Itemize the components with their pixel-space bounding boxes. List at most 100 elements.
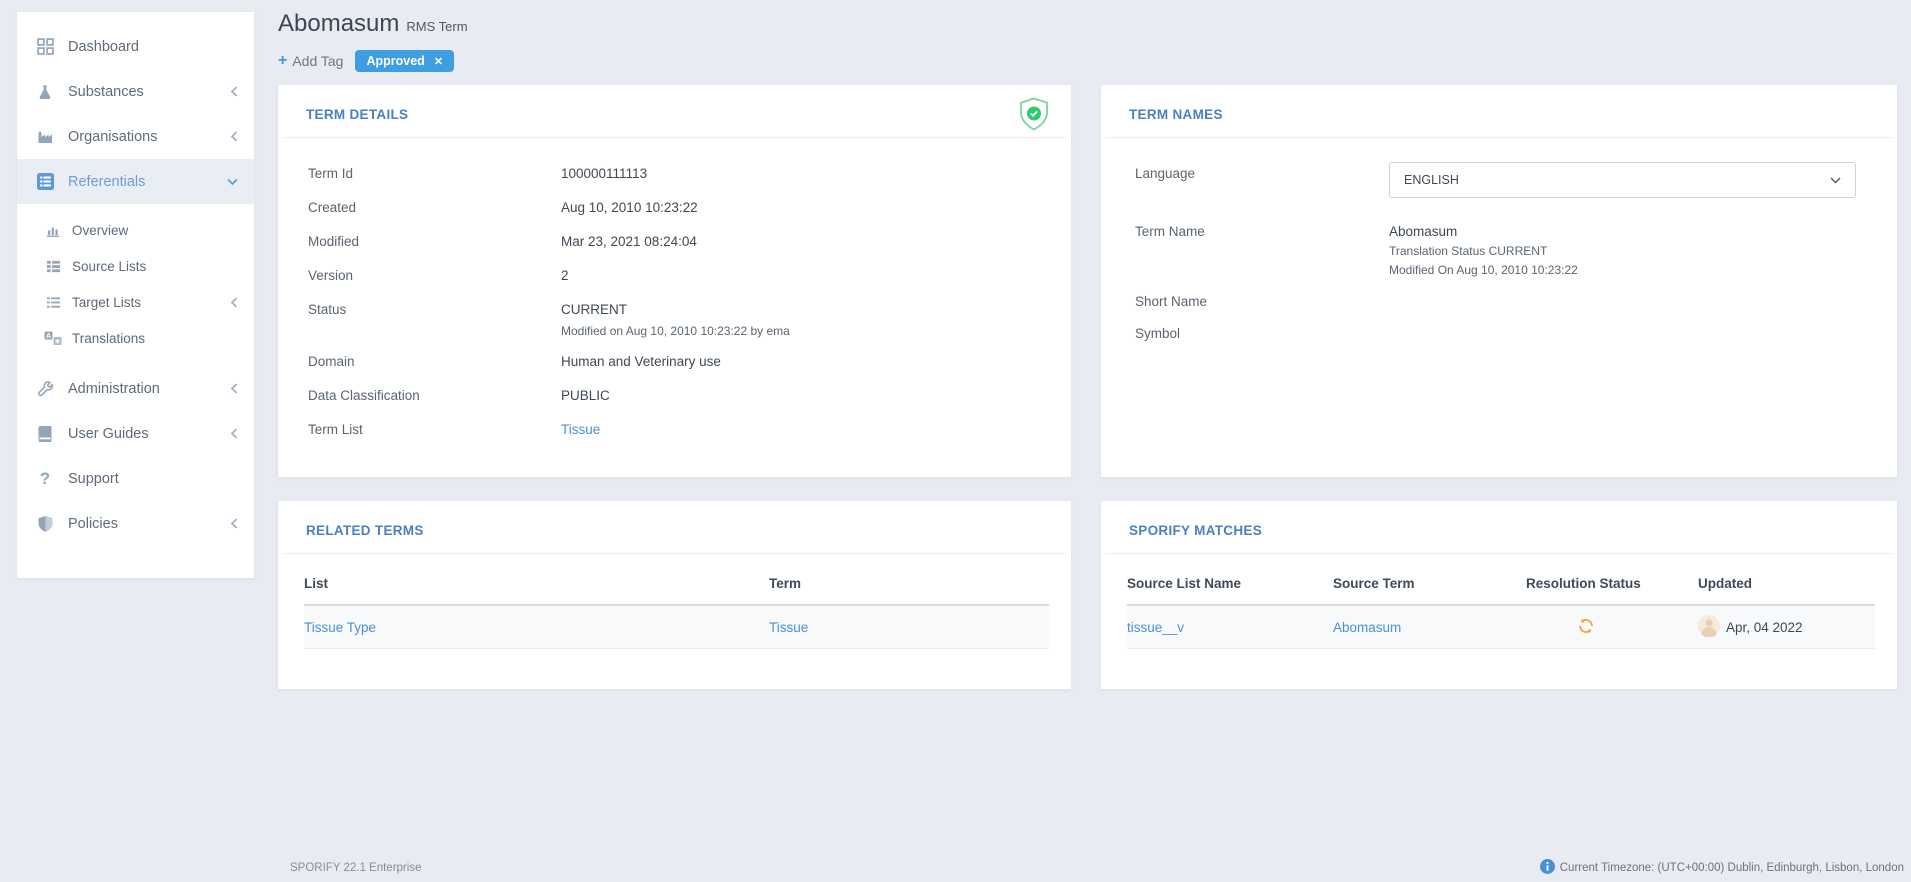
sporify-matches-table: Source List Name Source Term Resolution …: [1101, 554, 1897, 649]
table-row: Tissue Type Tissue: [304, 606, 1049, 649]
referentials-subnav: Overview Source Lists: [17, 212, 254, 356]
shield-icon: [33, 516, 57, 532]
plus-icon: +: [278, 52, 287, 70]
card-title: TERM DETAILS: [306, 107, 1043, 122]
chevron-left-icon: [230, 518, 238, 529]
sporify-matches-card: SPORIFY MATCHES Source List Name Source …: [1101, 501, 1897, 689]
chevron-down-icon: [227, 178, 238, 186]
sidebar-item-overview[interactable]: Overview: [17, 212, 254, 248]
chevron-left-icon: [230, 428, 238, 439]
chevron-left-icon: [230, 86, 238, 97]
column-header: Source Term: [1333, 576, 1526, 591]
sidebar-item-label: Overview: [72, 223, 128, 238]
column-header: Resolution Status: [1526, 576, 1698, 591]
sidebar-item-user-guides[interactable]: User Guides: [17, 411, 254, 456]
detail-row-term-id: Term Id 100000111113: [308, 164, 1051, 183]
card-title: SPORIFY MATCHES: [1129, 523, 1869, 538]
column-header: List: [304, 576, 769, 591]
referentials-list-icon: [33, 173, 57, 190]
sidebar-lower-group: Administration User Guides ? Support: [17, 366, 254, 546]
sidebar: Dashboard Substances Organisations: [17, 12, 254, 578]
chevron-left-icon: [230, 131, 238, 142]
approved-tag-badge[interactable]: Approved ✕: [355, 50, 454, 72]
detail-row-domain: Domain Human and Veterinary use: [308, 352, 1051, 371]
chevron-down-icon: [1830, 173, 1841, 187]
source-lists-icon: [43, 259, 63, 274]
sidebar-item-support[interactable]: ? Support: [17, 456, 254, 501]
sidebar-item-substances[interactable]: Substances: [17, 69, 254, 114]
translations-icon: A ✱: [43, 331, 63, 346]
table-header-row: List Term: [304, 576, 1049, 606]
source-list-link[interactable]: tissue__v: [1127, 620, 1184, 635]
detail-row-term-list: Term List Tissue: [308, 420, 1051, 439]
sidebar-item-dashboard[interactable]: Dashboard: [17, 24, 254, 69]
timezone-text: Current Timezone: (UTC+00:00) Dublin, Ed…: [1560, 862, 1904, 874]
sync-icon: [1578, 622, 1594, 637]
avatar: [1698, 615, 1720, 640]
chevron-left-icon: [230, 297, 238, 308]
add-tag-button[interactable]: + Add Tag: [278, 52, 343, 70]
tag-row: + Add Tag Approved ✕: [278, 50, 454, 72]
related-term-link[interactable]: Tissue: [769, 620, 808, 635]
sidebar-item-policies[interactable]: Policies: [17, 501, 254, 546]
updated-date: Apr, 04 2022: [1726, 620, 1803, 635]
source-term-link[interactable]: Abomasum: [1333, 620, 1401, 635]
column-header: Updated: [1698, 576, 1875, 591]
sidebar-item-label: Dashboard: [68, 39, 139, 55]
symbol-row: Symbol: [1135, 326, 1857, 341]
modified-on: Modified On Aug 10, 2010 10:23:22: [1389, 263, 1578, 277]
language-select-value: ENGLISH: [1404, 173, 1459, 187]
sidebar-item-referentials[interactable]: Referentials: [17, 159, 254, 204]
detail-row-data-classification: Data Classification PUBLIC: [308, 386, 1051, 405]
related-terms-table: List Term Tissue Type Tissue: [278, 554, 1071, 649]
detail-row-version: Version 2: [308, 266, 1051, 285]
card-title: TERM NAMES: [1129, 107, 1869, 122]
term-details-card: TERM DETAILS Term Id 100000111113 Create…: [278, 85, 1071, 477]
sidebar-item-organisations[interactable]: Organisations: [17, 114, 254, 159]
table-row: tissue__v Abomasum: [1127, 606, 1875, 649]
app-version: SPORIFY 22.1 Enterprise: [290, 862, 421, 874]
page-title: Abomasum: [278, 10, 399, 37]
table-header-row: Source List Name Source Term Resolution …: [1127, 576, 1875, 606]
language-select[interactable]: ENGLISH: [1389, 162, 1856, 198]
svg-text:A: A: [46, 333, 51, 340]
sidebar-item-label: Translations: [72, 331, 145, 346]
sidebar-item-label: Administration: [68, 381, 160, 397]
remove-tag-icon[interactable]: ✕: [434, 55, 443, 68]
question-mark-icon: ?: [33, 469, 57, 489]
tag-label: Approved: [366, 54, 424, 68]
sidebar-item-label: Organisations: [68, 129, 157, 145]
svg-text:✱: ✱: [55, 337, 61, 345]
sidebar-item-translations[interactable]: A ✱ Translations: [17, 320, 254, 356]
app-canvas: Dashboard Substances Organisations: [0, 0, 1911, 882]
sidebar-item-label: Support: [68, 471, 119, 487]
term-details-body: Term Id 100000111113 Created Aug 10, 201…: [278, 138, 1071, 439]
wrench-icon: [33, 380, 57, 397]
bar-chart-icon: [43, 223, 63, 238]
verified-shield-icon: [1019, 97, 1049, 137]
related-list-link[interactable]: Tissue Type: [304, 620, 376, 635]
term-names-card: TERM NAMES Language ENGLISH Term Name Ab…: [1101, 85, 1897, 477]
timezone-info: Current Timezone: (UTC+00:00) Dublin, Ed…: [1540, 859, 1904, 877]
page-header: AbomasumRMS Term: [278, 10, 468, 38]
short-name-row: Short Name: [1135, 294, 1857, 309]
detail-row-modified: Modified Mar 23, 2021 08:24:04: [308, 232, 1051, 251]
add-tag-label: Add Tag: [292, 53, 343, 69]
sidebar-item-administration[interactable]: Administration: [17, 366, 254, 411]
card-title: RELATED TERMS: [306, 523, 1043, 538]
column-header: Term: [769, 576, 1049, 591]
sidebar-item-source-lists[interactable]: Source Lists: [17, 248, 254, 284]
detail-row-created: Created Aug 10, 2010 10:23:22: [308, 198, 1051, 217]
sidebar-item-target-lists[interactable]: Target Lists: [17, 284, 254, 320]
language-row: Language ENGLISH: [1135, 162, 1857, 198]
term-list-link[interactable]: Tissue: [561, 422, 600, 437]
dashboard-icon: [33, 38, 57, 55]
sidebar-item-label: Source Lists: [72, 259, 146, 274]
term-name-row: Term Name Abomasum Translation Status CU…: [1135, 224, 1857, 277]
term-names-body: Language ENGLISH Term Name Abomasum Tran…: [1101, 138, 1897, 341]
term-name-value: Abomasum: [1389, 224, 1578, 239]
sidebar-item-label: Substances: [68, 84, 144, 100]
info-icon: [1540, 859, 1560, 877]
book-icon: [33, 426, 57, 442]
updated-cell: Apr, 04 2022: [1698, 615, 1875, 640]
